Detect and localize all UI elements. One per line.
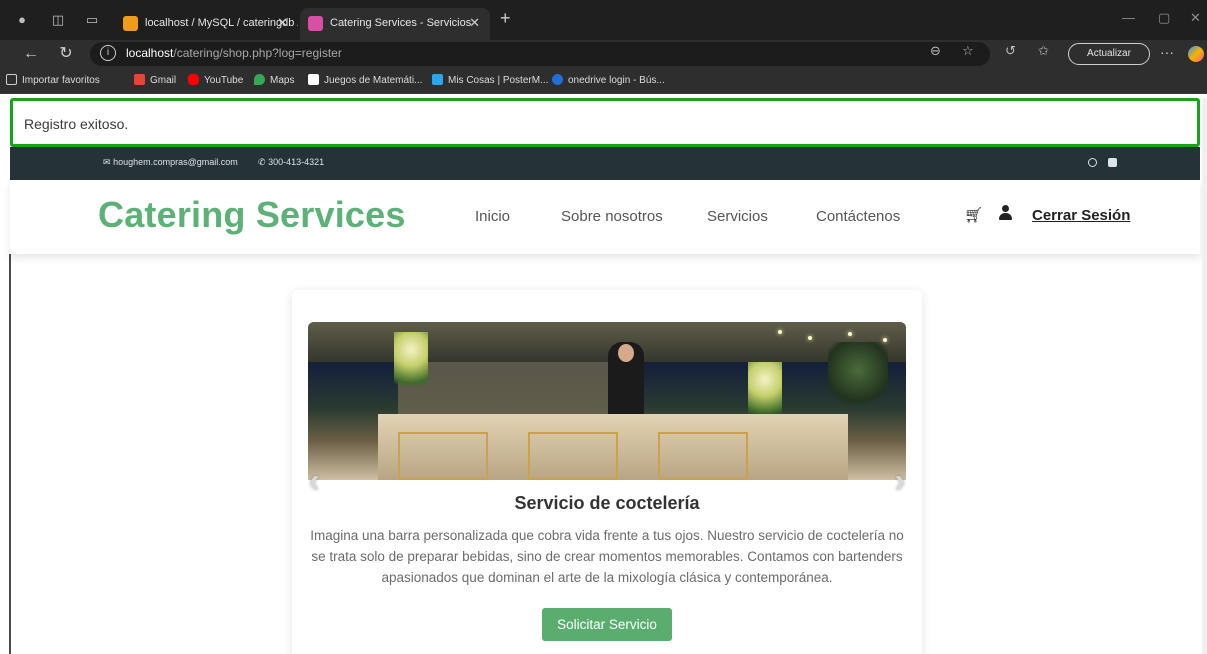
photo-palm: [828, 342, 888, 412]
user-icon-body: [999, 213, 1012, 220]
photo-bar-panel: [658, 432, 748, 480]
nav-sobre-nosotros[interactable]: Sobre nosotros: [561, 208, 663, 225]
search-icon: [552, 74, 563, 85]
new-tab-button[interactable]: +: [500, 8, 511, 29]
url-path: /catering/shop.php?log=register: [173, 46, 342, 60]
bookmark-label: Importar favoritos: [22, 75, 100, 86]
email-contact[interactable]: ✉ houghem.compras@gmail.com: [103, 157, 238, 168]
c-logo-icon: [308, 74, 319, 85]
update-button[interactable]: Actualizar: [1068, 43, 1150, 65]
copilot-icon[interactable]: [1188, 46, 1204, 62]
reader-icon[interactable]: ⊖: [930, 43, 941, 59]
service-photo: [308, 322, 906, 480]
photo-shelf: [398, 362, 628, 417]
maximize-icon[interactable]: ▢: [1158, 10, 1170, 26]
favorite-star-icon[interactable]: ☆: [962, 43, 974, 59]
bookmark-math-games[interactable]: Juegos de Matemáti...: [308, 74, 422, 86]
instagram-icon[interactable]: [1088, 158, 1097, 167]
close-window-icon[interactable]: ✕: [1190, 10, 1201, 26]
service-card: ‹ › Servicio de coctelería Imagina una b…: [292, 290, 922, 654]
gmail-icon: [134, 74, 145, 85]
bookmark-label: Mis Cosas | PosterM...: [448, 75, 549, 86]
import-icon: [6, 74, 17, 85]
service-description: Imagina una barra personalizada que cobr…: [310, 528, 904, 585]
photo-bartender-face: [618, 344, 634, 362]
bookmark-maps[interactable]: Maps: [254, 74, 294, 86]
maps-icon: [254, 74, 265, 85]
reload-icon[interactable]: ↻: [55, 43, 77, 65]
youtube-icon: [188, 74, 199, 85]
profile-icon[interactable]: ●: [12, 10, 32, 30]
tab-catering[interactable]: Catering Services - Servicios ✕: [300, 8, 490, 40]
photo-light: [808, 336, 812, 340]
favorites-icon[interactable]: ✩: [1038, 43, 1049, 59]
nav-contactenos[interactable]: Contáctenos: [816, 208, 900, 225]
bookmarks-bar: Importar favoritos Gmail YouTube Maps Ju…: [0, 68, 1207, 94]
more-menu-icon[interactable]: ···: [1160, 44, 1174, 60]
bookmark-youtube[interactable]: YouTube: [188, 74, 243, 86]
browser-tab-bar: ● ◫ ▭ localhost / MySQL / cateringdb / ✕…: [0, 0, 1207, 40]
site-info-icon[interactable]: i: [100, 45, 116, 61]
nav-inicio[interactable]: Inicio: [475, 208, 510, 225]
photo-bar-panel: [398, 432, 488, 480]
url-field[interactable]: i localhost/catering/shop.php?log=regist…: [90, 42, 990, 66]
photo-flowers: [394, 332, 428, 402]
linkedin-icon[interactable]: [1108, 158, 1117, 167]
user-icon-head: [1002, 205, 1009, 212]
address-bar-row: ← ↻ i localhost/catering/shop.php?log=re…: [0, 40, 1207, 68]
bookmark-postermywall[interactable]: Mis Cosas | PosterM...: [432, 74, 548, 86]
phone-icon: ✆: [258, 157, 266, 167]
page-left-edge: [9, 254, 11, 654]
site-header: Catering Services Inicio Sobre nosotros …: [10, 180, 1200, 254]
catering-favicon-icon: [308, 16, 323, 31]
url-text[interactable]: localhost/catering/shop.php?log=register: [126, 46, 342, 60]
close-tab-icon[interactable]: ✕: [277, 8, 288, 38]
nav-servicios[interactable]: Servicios: [707, 208, 768, 225]
minimize-icon[interactable]: —: [1122, 10, 1135, 25]
poster-icon: [432, 74, 443, 85]
user-icon[interactable]: [998, 204, 1012, 222]
bookmark-label: YouTube: [204, 75, 244, 86]
bookmark-label: onedrive login - Bús...: [568, 75, 665, 86]
phpmyadmin-favicon-icon: [123, 16, 138, 31]
tab-phpmyadmin[interactable]: localhost / MySQL / cateringdb / ✕: [115, 8, 298, 40]
service-title: Servicio de coctelería: [514, 493, 700, 513]
bookmark-onedrive[interactable]: onedrive login - Bús...: [552, 74, 665, 86]
tab-title: Catering Services - Servicios: [330, 17, 472, 29]
bookmark-label: Juegos de Matemáti...: [324, 75, 423, 86]
page-scrollbar[interactable]: [1202, 98, 1207, 654]
photo-light: [778, 330, 782, 334]
close-tab-icon[interactable]: ✕: [469, 8, 480, 38]
extensions-icon[interactable]: ↺: [1005, 43, 1016, 59]
request-service-button[interactable]: Solicitar Servicio: [542, 608, 672, 641]
bookmark-label: Maps: [270, 75, 295, 86]
back-arrow-icon[interactable]: ←: [20, 43, 42, 65]
phone-text: 300-413-4321: [268, 157, 325, 167]
cart-icon[interactable]: 🛒︎: [964, 206, 983, 224]
alert-message: Registro exitoso.: [24, 116, 129, 132]
workspaces-icon[interactable]: ◫: [48, 10, 68, 30]
tab-title: localhost / MySQL / cateringdb /: [145, 17, 298, 29]
bookmark-import[interactable]: Importar favoritos: [6, 74, 100, 86]
photo-bar-panel: [528, 432, 618, 480]
phone-contact[interactable]: ✆ 300-413-4321: [258, 157, 324, 168]
contact-topbar: ✉ houghem.compras@gmail.com ✆ 300-413-43…: [10, 147, 1200, 180]
tab-actions-icon[interactable]: ▭: [82, 10, 102, 30]
success-alert: Registro exitoso.: [10, 98, 1200, 147]
photo-light: [848, 332, 852, 336]
logout-link[interactable]: Cerrar Sesión: [1032, 207, 1130, 224]
envelope-icon: ✉: [103, 157, 111, 167]
email-text: houghem.compras@gmail.com: [113, 157, 238, 167]
bookmark-label: Gmail: [150, 75, 177, 86]
url-host: localhost: [126, 46, 174, 60]
bookmark-gmail[interactable]: Gmail: [134, 74, 176, 86]
site-logo[interactable]: Catering Services: [98, 194, 406, 236]
